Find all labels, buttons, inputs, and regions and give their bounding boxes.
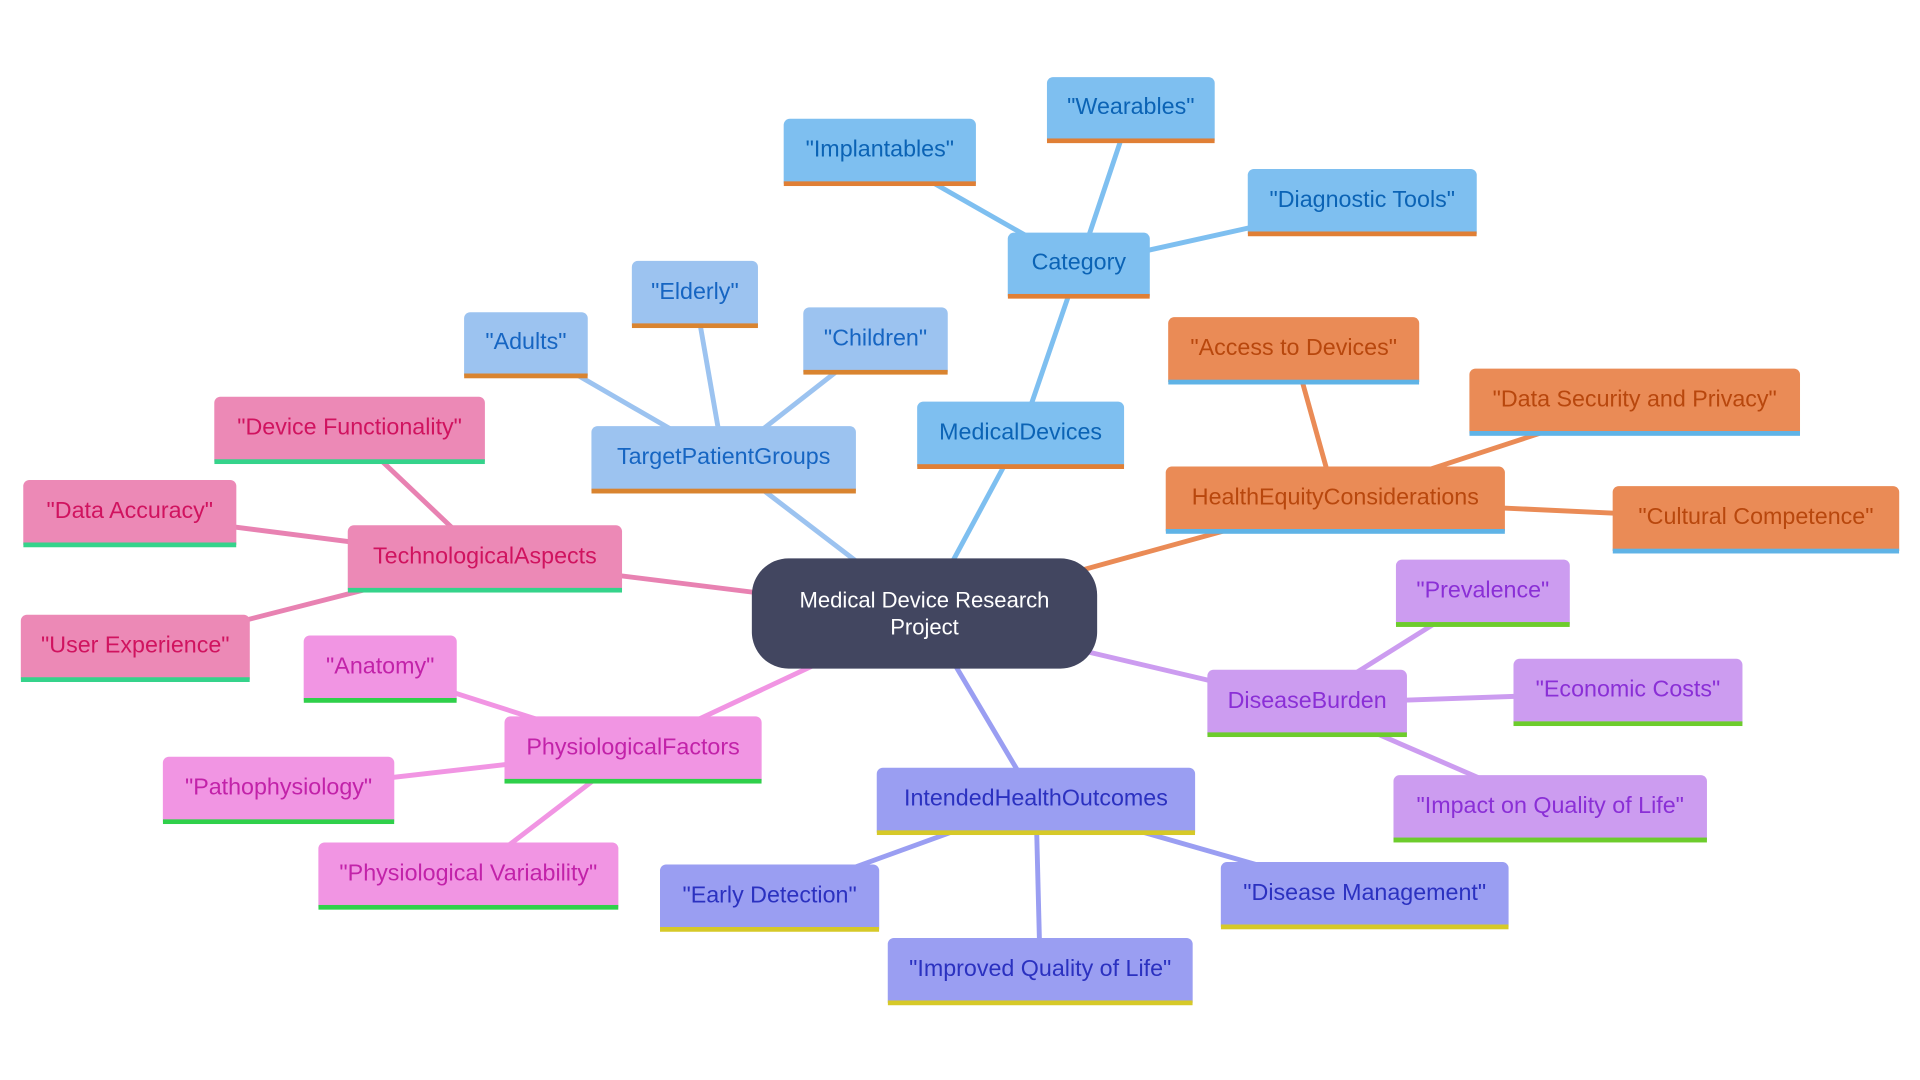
node-physiological-factors[interactable]: PhysiologicalFactors — [504, 716, 762, 784]
node-target-patient-groups[interactable]: TargetPatientGroups — [591, 426, 856, 494]
node-device-functionality[interactable]: "Device Functionality" — [214, 396, 485, 465]
node-health-equity-considerations[interactable]: HealthEquityConsiderations — [1165, 466, 1505, 534]
node-data-accuracy[interactable]: "Data Accuracy" — [23, 480, 237, 548]
node-disease-management[interactable]: "Disease Management" — [1220, 862, 1509, 930]
node-pathophysiology[interactable]: "Pathophysiology" — [162, 756, 395, 825]
node-anatomy[interactable]: "Anatomy" — [303, 635, 457, 703]
node-impact-quality-of-life[interactable]: "Impact on Quality of Life" — [1393, 775, 1707, 843]
node-category[interactable]: Category — [1007, 232, 1150, 299]
node-adults[interactable]: "Adults" — [464, 312, 588, 379]
root-node[interactable]: Medical Device Research Project — [751, 558, 1098, 669]
node-diagnostic-tools[interactable]: "Diagnostic Tools" — [1247, 168, 1477, 237]
node-children[interactable]: "Children" — [803, 307, 948, 375]
node-disease-burden[interactable]: DiseaseBurden — [1207, 669, 1407, 738]
node-access-to-devices[interactable]: "Access to Devices" — [1168, 317, 1420, 385]
node-improved-quality-of-life[interactable]: "Improved Quality of Life" — [887, 937, 1193, 1006]
node-technological-aspects[interactable]: TechnologicalAspects — [347, 525, 623, 593]
node-cultural-competence[interactable]: "Cultural Competence" — [1612, 486, 1900, 554]
node-prevalence[interactable]: "Prevalence" — [1395, 559, 1570, 627]
node-medical-devices[interactable]: MedicalDevices — [917, 401, 1125, 469]
node-physiological-variability[interactable]: "Physiological Variability" — [318, 842, 619, 910]
node-wearables[interactable]: "Wearables" — [1046, 77, 1215, 144]
mindmap-canvas: Medical Device Research Project MedicalD… — [0, 0, 1920, 1078]
node-data-security-privacy[interactable]: "Data Security and Privacy" — [1469, 368, 1801, 436]
node-intended-health-outcomes[interactable]: IntendedHealthOutcomes — [876, 767, 1196, 836]
node-economic-costs[interactable]: "Economic Costs" — [1513, 658, 1743, 727]
node-early-detection[interactable]: "Early Detection" — [660, 864, 880, 932]
node-elderly[interactable]: "Elderly" — [631, 260, 758, 329]
node-implantables[interactable]: "Implantables" — [783, 118, 976, 187]
node-user-experience[interactable]: "User Experience" — [20, 614, 250, 683]
